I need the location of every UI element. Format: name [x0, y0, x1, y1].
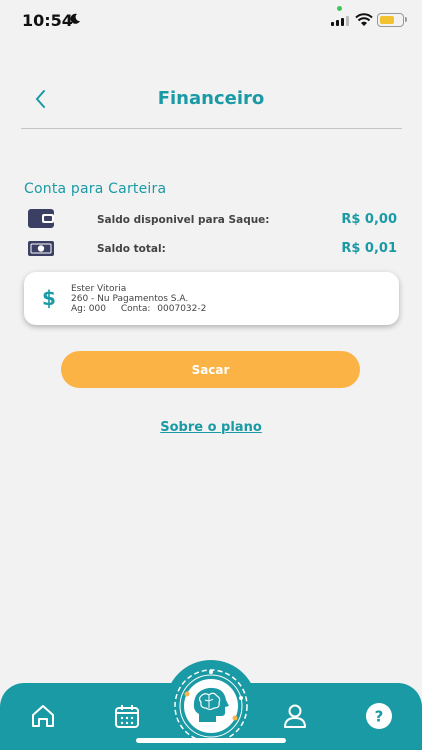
bank-details: Ag: 000 Conta: 0007032-2 [71, 304, 206, 314]
account-holder: Ester Vitoria [71, 284, 127, 294]
bank-name: 260 - Nu Pagamentos S.A. [71, 294, 189, 304]
profile-icon [284, 704, 306, 728]
help-symbol: ? [375, 708, 384, 726]
page-title: Financeiro [157, 88, 265, 109]
status-time: 10:54 [22, 11, 73, 30]
available-balance-value: R$ 0,00 [341, 212, 397, 227]
account-number: 0007032-2 [157, 304, 207, 314]
nav-help[interactable]: ? [364, 701, 394, 731]
total-balance-label: Saldo total: [97, 243, 166, 255]
available-balance-label: Saldo disponivel para Saque: [97, 214, 270, 226]
nav-profile[interactable] [280, 701, 310, 731]
privacy-indicator [337, 6, 342, 11]
agency-label: Ag: [71, 304, 86, 314]
nav-calendar[interactable] [112, 701, 142, 731]
withdraw-button[interactable]: Sacar [61, 351, 360, 388]
moon-icon [70, 13, 80, 24]
signal-icon [331, 15, 351, 26]
status-bar: 10:54 [0, 0, 422, 40]
dollar-icon: $ [42, 286, 56, 310]
total-balance-value: R$ 0,01 [341, 241, 397, 256]
wifi-icon [355, 13, 373, 26]
home-icon [32, 705, 54, 727]
home-indicator [136, 738, 286, 743]
cash-icon [28, 241, 54, 256]
center-logo-button[interactable] [165, 660, 257, 750]
bank-account-card[interactable]: $ Ester Vitoria 260 - Nu Pagamentos S.A.… [24, 272, 399, 325]
battery-icon [377, 13, 407, 27]
wallet-icon [28, 209, 54, 228]
nav-home[interactable] [28, 701, 58, 731]
brain-logo-icon [168, 663, 254, 749]
section-title: Conta para Carteira [24, 181, 167, 197]
agency-number: 000 [88, 304, 106, 314]
header-divider [21, 128, 402, 129]
about-plan-link[interactable]: Sobre o plano [0, 420, 422, 435]
help-icon: ? [366, 703, 392, 729]
calendar-icon [115, 705, 139, 728]
account-label: Conta: [120, 304, 151, 314]
